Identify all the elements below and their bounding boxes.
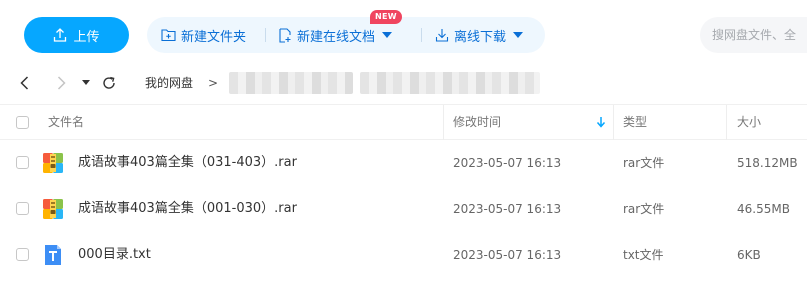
table-row[interactable]: 成语故事403篇全集（001-030）.rar 2023-05-07 16:13… [0, 186, 807, 232]
file-size: 46.55MB [737, 202, 790, 216]
row-checkbox[interactable] [16, 202, 29, 215]
action-group: 新建文件夹 新建在线文档 NEW 离线下载 [147, 10, 545, 53]
table-row[interactable]: 成语故事403篇全集（031-403）.rar 2023-05-07 16:13… [0, 140, 807, 186]
blurred-breadcrumb-segment [360, 72, 540, 94]
table-header: 文件名 修改时间 类型 大小 [0, 104, 807, 140]
new-folder-button[interactable]: 新建文件夹 [161, 17, 246, 53]
breadcrumb-separator: > [208, 76, 219, 90]
chevron-down-icon [382, 32, 393, 38]
new-online-doc-label: 新建在线文档 [297, 29, 376, 45]
new-folder-label: 新建文件夹 [181, 29, 247, 45]
archive-icon [43, 199, 63, 219]
row-checkbox[interactable] [16, 248, 29, 261]
file-modified: 2023-05-07 16:13 [453, 248, 562, 262]
upload-label: 上传 [73, 29, 100, 45]
new-doc-icon [279, 27, 291, 43]
file-size: 518.12MB [737, 156, 798, 170]
file-size: 6KB [737, 248, 761, 262]
back-icon[interactable] [16, 74, 32, 92]
file-name[interactable]: 000目录.txt [78, 232, 151, 278]
select-all-checkbox[interactable] [16, 116, 29, 129]
file-modified: 2023-05-07 16:13 [453, 202, 562, 216]
download-icon [435, 29, 449, 42]
new-badge: NEW [370, 10, 402, 24]
column-header-type[interactable]: 类型 [623, 105, 647, 140]
offline-download-button[interactable]: 离线下载 [435, 17, 524, 53]
new-folder-icon [161, 29, 176, 42]
column-header-modified[interactable]: 修改时间 [453, 105, 501, 140]
refresh-icon[interactable] [100, 74, 118, 92]
text-file-icon [45, 245, 61, 265]
column-divider [443, 105, 444, 140]
file-modified: 2023-05-07 16:13 [453, 156, 562, 170]
column-header-name[interactable]: 文件名 [48, 105, 84, 140]
file-name[interactable]: 成语故事403篇全集（031-403）.rar [78, 140, 297, 186]
blurred-breadcrumb-segment [229, 72, 353, 94]
toolbar-divider [421, 28, 422, 42]
file-name[interactable]: 成语故事403篇全集（001-030）.rar [78, 186, 297, 232]
history-dropdown-icon[interactable] [80, 74, 92, 92]
upload-icon [54, 28, 67, 42]
upload-button[interactable]: 上传 [24, 17, 129, 53]
toolbar: 上传 新建文件夹 新建在线文档 NEW 离线下载 [0, 0, 807, 66]
sort-desc-icon[interactable] [596, 116, 606, 128]
file-table: 文件名 修改时间 类型 大小 成语故事403篇全集（031-403）.rar 2… [0, 104, 807, 278]
archive-icon [43, 153, 63, 173]
column-divider [613, 105, 614, 140]
row-checkbox[interactable] [16, 156, 29, 169]
offline-download-label: 离线下载 [454, 29, 507, 45]
column-divider [726, 105, 727, 140]
file-type: rar文件 [623, 202, 665, 216]
file-type: rar文件 [623, 156, 665, 170]
table-row[interactable]: 000目录.txt 2023-05-07 16:13 txt文件 6KB [0, 232, 807, 278]
toolbar-divider [265, 28, 266, 42]
forward-icon[interactable] [53, 74, 69, 92]
breadcrumb-root[interactable]: 我的网盘 [145, 74, 193, 92]
column-header-size[interactable]: 大小 [737, 105, 761, 140]
search-input[interactable] [700, 17, 807, 53]
chevron-down-icon [513, 32, 524, 38]
file-type: txt文件 [623, 248, 664, 262]
nav-bar: 我的网盘 > [0, 66, 807, 100]
